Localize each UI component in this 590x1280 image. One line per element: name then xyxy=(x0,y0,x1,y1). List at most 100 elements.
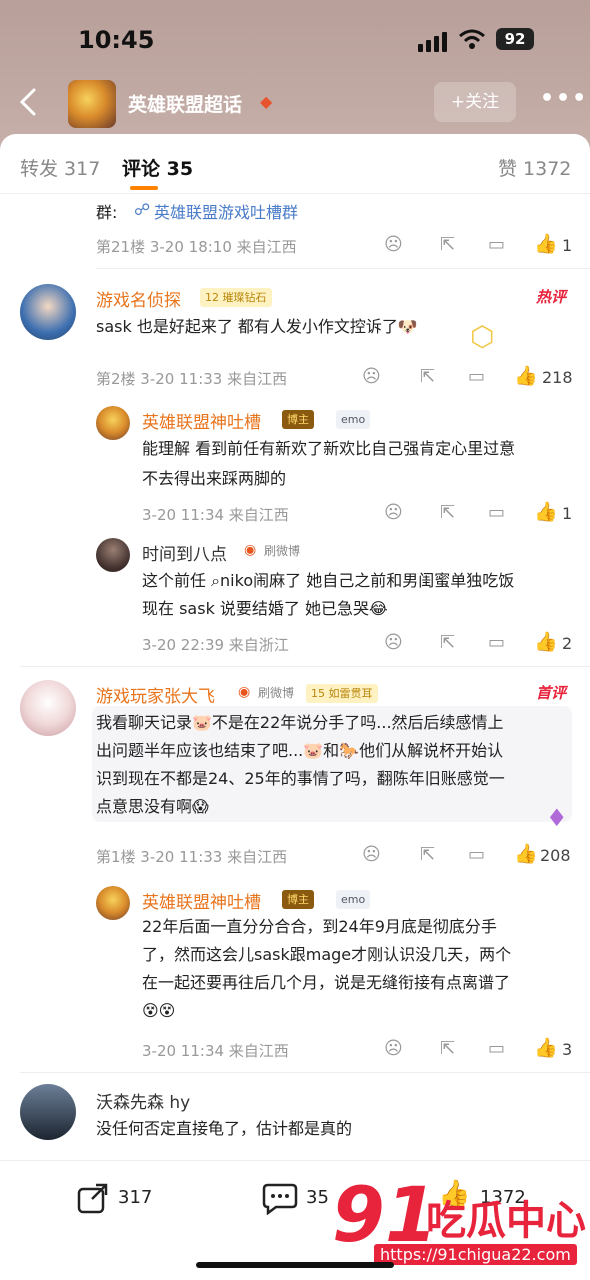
top-nav: 英雄联盟超话 ◆ +关注 ••• xyxy=(0,76,590,130)
reply-text-line-2: 不去得出来踩两脚的 xyxy=(142,469,287,488)
avatar[interactable] xyxy=(96,886,130,920)
weibo-icon: ◉ xyxy=(238,684,251,700)
like-icon[interactable]: 👍 xyxy=(534,630,558,653)
dislike-icon[interactable]: ☹ xyxy=(384,502,403,523)
group-icon[interactable]: ☍ xyxy=(134,200,150,219)
reply-meta: 3-20 11:34 来自江西 xyxy=(142,506,289,524)
signal-icon xyxy=(418,32,447,52)
dislike-icon[interactable]: ☹ xyxy=(362,844,381,865)
page-title[interactable]: 英雄联盟超话 xyxy=(128,90,242,117)
divider xyxy=(20,1072,590,1073)
tab-comment[interactable]: 评论 35 xyxy=(122,154,193,181)
comment-text-line-1: 我看聊天记录🐷不是在22年说分手了吗...然后后续感情上 xyxy=(96,713,504,732)
dislike-icon[interactable]: ☹ xyxy=(384,632,403,653)
comment-text: 没任何否定直接龟了，估计都是真的 xyxy=(96,1119,353,1138)
reply-text-line-1: 22年后面一直分分合合，到24年9月底是彻底分手 xyxy=(142,917,497,936)
avatar[interactable] xyxy=(20,680,76,736)
reply-text-line-3: 在一起还要再往后几个月，说是无缝衔接有点离谱了 xyxy=(142,973,511,992)
medal-icon: ⬡ xyxy=(470,320,495,353)
gem-sticker-icon: ♦ xyxy=(546,804,568,832)
follow-button[interactable]: +关注 xyxy=(434,82,516,122)
like-count: 2 xyxy=(562,634,573,653)
avatar[interactable] xyxy=(20,284,76,340)
tab-bar: 转发 317 评论 35 赞 1372 xyxy=(0,134,590,194)
blogger-badge: 博主 xyxy=(282,410,314,429)
client-label: 刷微博 xyxy=(264,544,301,558)
share-icon[interactable]: ⇱ xyxy=(440,1038,455,1059)
level-badge: 15 如雷贯耳 xyxy=(306,684,378,703)
back-icon[interactable] xyxy=(14,84,44,120)
level-badge: 12 璀璨钻石 xyxy=(200,288,272,307)
wifi-icon xyxy=(459,29,485,49)
like-icon[interactable]: 👍 xyxy=(514,842,538,865)
reply-icon[interactable]: ▭ xyxy=(488,632,505,653)
share-icon[interactable]: ⇱ xyxy=(440,502,455,523)
like-count: 218 xyxy=(542,368,573,387)
dislike-icon[interactable]: ☹ xyxy=(384,234,403,255)
comment-meta: 第2楼 3-20 11:33 来自江西 xyxy=(96,370,288,388)
first-comment-tag: 首评 xyxy=(536,684,567,702)
more-icon[interactable]: ••• xyxy=(540,86,588,111)
like-count: 1 xyxy=(562,504,573,523)
tab-underline xyxy=(130,186,158,190)
home-indicator xyxy=(196,1262,394,1268)
reply-icon[interactable]: ▭ xyxy=(468,366,485,387)
reply-icon[interactable]: ▭ xyxy=(488,1038,505,1059)
level-badge-label: 如雷贯耳 xyxy=(328,687,373,700)
level-badge-label: 璀璨钻石 xyxy=(222,291,267,304)
reply-text-line-1: 这个前任 ⌕niko闹麻了 她自己之前和男闺蜜单独吃饭 xyxy=(142,571,515,590)
supertopic-logo[interactable] xyxy=(68,80,116,128)
reply-author[interactable]: 时间到八点 xyxy=(142,540,227,565)
like-count: 1 xyxy=(562,236,573,255)
weibo-icon: ◉ xyxy=(244,542,257,558)
reply-icon[interactable]: ▭ xyxy=(468,844,485,865)
battery-indicator: 92 xyxy=(496,28,534,50)
avatar[interactable] xyxy=(96,538,130,572)
share-icon[interactable]: ⇱ xyxy=(440,234,455,255)
like-icon[interactable]: 👍 xyxy=(534,500,558,523)
repost-count[interactable]: 317 xyxy=(118,1187,152,1208)
like-icon[interactable]: 👍 xyxy=(534,232,558,255)
mood-badge: emo xyxy=(336,890,371,909)
tab-repost[interactable]: 转发 317 xyxy=(20,154,100,181)
comment-text-line-2: 出问题半年应该也结束了吧...🐷和🐎他们从解说杯开始认 xyxy=(96,741,504,760)
comment-text-line-4: 点意思没有啊😱 xyxy=(96,797,209,816)
reply-author[interactable]: 英雄联盟神吐槽 xyxy=(142,888,261,913)
level-badge-number: 15 xyxy=(311,687,325,700)
comment-meta: 第21楼 3-20 18:10 来自江西 xyxy=(96,238,297,256)
client-label: 刷微博 xyxy=(258,686,295,700)
comment-icon[interactable] xyxy=(262,1181,298,1215)
reply-icon[interactable]: ▭ xyxy=(488,502,505,523)
diamond-icon: ◆ xyxy=(260,92,273,111)
mood-badge: emo xyxy=(336,410,371,429)
reply-meta: 3-20 11:34 来自江西 xyxy=(142,1042,289,1060)
like-icon[interactable]: 👍 xyxy=(514,364,538,387)
status-bar: 10:45 92 xyxy=(0,22,590,62)
reply-text-line-2: 了，然而这会儿sask跟mage才刚认识没几天，两个 xyxy=(142,945,512,964)
like-icon[interactable]: 👍 xyxy=(534,1036,558,1059)
reply-text-line-2: 现在 sask 说要结婚了 她已急哭😂 xyxy=(142,599,388,618)
reply-text-line-4: 😵😵 xyxy=(142,1001,176,1020)
divider xyxy=(96,268,590,269)
like-count: 208 xyxy=(540,846,571,865)
comment-author[interactable]: 游戏玩家张大飞 xyxy=(96,682,215,707)
share-icon[interactable]: ⇱ xyxy=(440,632,455,653)
comment-author[interactable]: 沃森先森 hy xyxy=(96,1088,190,1113)
repost-icon[interactable] xyxy=(76,1181,110,1215)
share-icon[interactable]: ⇱ xyxy=(420,366,435,387)
avatar[interactable] xyxy=(96,406,130,440)
tab-likes[interactable]: 赞 1372 xyxy=(498,154,571,181)
dislike-icon[interactable]: ☹ xyxy=(362,366,381,387)
comment-author[interactable]: 游戏名侦探 xyxy=(96,286,181,311)
divider xyxy=(20,666,590,667)
watermark-url: https://91chigua22.com xyxy=(374,1244,577,1265)
avatar[interactable] xyxy=(20,1084,76,1140)
reply-icon[interactable]: ▭ xyxy=(488,234,505,255)
reply-author[interactable]: 英雄联盟神吐槽 xyxy=(142,408,261,433)
dislike-icon[interactable]: ☹ xyxy=(384,1038,403,1059)
like-count: 3 xyxy=(562,1040,573,1059)
group-link[interactable]: 英雄联盟游戏吐槽群 xyxy=(154,198,298,227)
watermark: 91 吃瓜中心 https://91chigua22.com xyxy=(326,1170,590,1270)
share-icon[interactable]: ⇱ xyxy=(420,844,435,865)
comment-text: sask 也是好起来了 都有人发小作文控诉了🐶 xyxy=(96,317,418,336)
